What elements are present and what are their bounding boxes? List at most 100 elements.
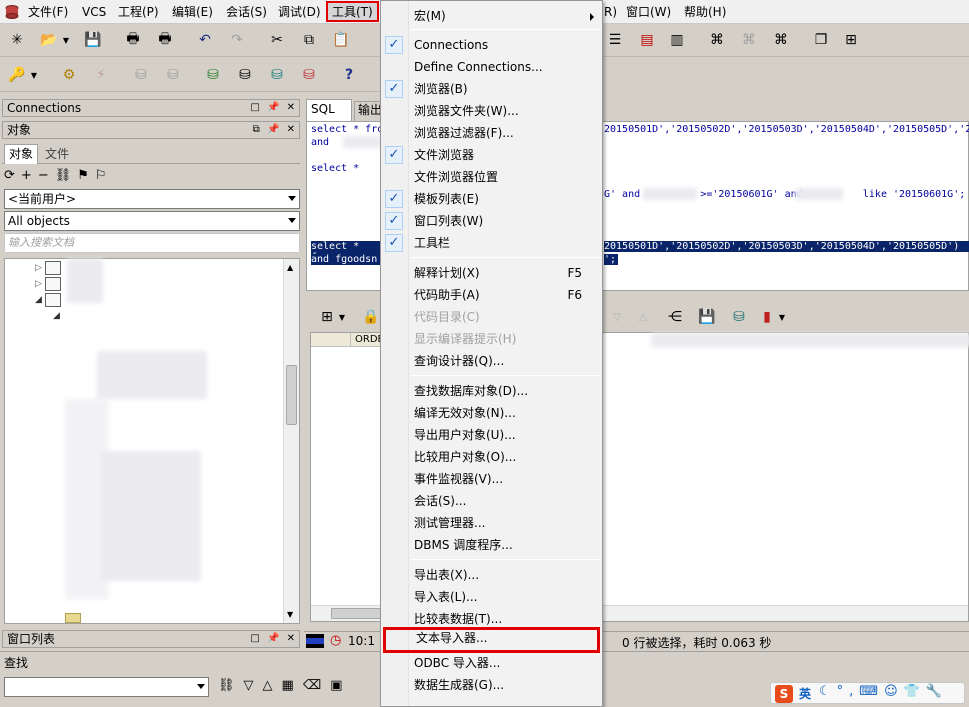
format-icon[interactable]: ☰ [604, 29, 626, 51]
windows-icon[interactable]: ❐ [810, 29, 832, 51]
db-export-icon[interactable]: ⛁ [728, 306, 750, 328]
grid-icon[interactable]: ⊞ [316, 306, 338, 328]
menu-file[interactable]: 文件(F) [28, 4, 68, 20]
shirt-icon[interactable]: 👕 [904, 684, 926, 699]
moon-icon[interactable]: ☾ [819, 684, 837, 699]
tree-expander-icon[interactable]: ▷ [35, 263, 42, 273]
menu-item-1[interactable]: ✓ Connections [381, 34, 602, 56]
chart-icon[interactable]: ▮ [756, 306, 778, 328]
plan3-icon[interactable]: ⌘ [770, 29, 792, 51]
menu-item-25[interactable]: 导入表(L)... [381, 586, 602, 608]
menu-item-11[interactable]: 解释计划(X) F5 [381, 262, 602, 284]
objects-filter-combo[interactable]: All objects [4, 211, 300, 231]
find-input[interactable] [4, 677, 209, 697]
menu-item-15[interactable]: 查询设计器(Q)... [381, 350, 602, 372]
menu-item-28[interactable]: ODBC 导入器... [381, 652, 602, 674]
menu-item-23[interactable]: DBMS 调度程序... [381, 534, 602, 556]
tree-view-icon[interactable]: ⋲ [664, 306, 686, 328]
refresh-icon[interactable]: ⟳ [4, 168, 21, 183]
user-combo[interactable]: <当前用户> [4, 189, 300, 209]
binoculars-icon[interactable]: ⛓ [218, 678, 244, 693]
clear-icon[interactable]: ⌫ [303, 678, 330, 693]
wrench-icon[interactable]: 🔧 [926, 684, 948, 699]
filter2-icon[interactable]: ⚐ [95, 168, 113, 183]
menu-tools[interactable]: 工具(T) [326, 1, 379, 22]
plus-icon[interactable]: + [21, 168, 38, 183]
filter-icon[interactable]: ⚑ [77, 168, 95, 183]
menu-item-4[interactable]: 浏览器文件夹(W)... [381, 100, 602, 122]
plan2-icon[interactable]: ⌘ [738, 29, 760, 51]
tree-expander-icon[interactable]: ◢ [53, 311, 60, 321]
chevron-down-icon[interactable]: ▼ [336, 306, 348, 328]
menu-edit[interactable]: 编辑(E) [172, 4, 213, 20]
minus-icon[interactable]: − [38, 168, 55, 183]
next-record-icon[interactable]: ▽ [606, 306, 628, 328]
break-icon[interactable]: ⚡ [90, 64, 112, 86]
menu-item-29[interactable]: 数据生成器(G)... [381, 674, 602, 696]
new-icon[interactable]: ✳ [6, 29, 28, 51]
keyboard-icon[interactable]: ⌨ [859, 684, 884, 699]
menu-item-13[interactable]: 代码目录(C) [381, 306, 602, 328]
commit-icon[interactable]: ⛁ [130, 64, 152, 86]
menu-item-0[interactable]: 宏(M) [381, 5, 602, 27]
menu-window[interactable]: 窗口(W) [626, 4, 671, 20]
panel-buttons[interactable]: □ 📌 ✕ [250, 100, 297, 116]
undo-icon[interactable]: ↶ [194, 29, 216, 51]
export-icon[interactable]: ▤ [636, 29, 658, 51]
menu-item-19[interactable]: 比较用户对象(O)... [381, 446, 602, 468]
menu-item-27[interactable]: 文本导入器... [383, 627, 600, 653]
object-tree[interactable]: ▷ ▷ ◢ ◢ ▲ ▼ [4, 258, 300, 624]
menu-session[interactable]: 会话(S) [226, 4, 267, 20]
ime-lang[interactable]: 英 [799, 685, 811, 702]
report-icon[interactable]: ⛁ [298, 64, 320, 86]
panel-buttons[interactable]: ⧉ 📌 ✕ [253, 122, 297, 138]
copy-icon[interactable]: ⧉ [298, 29, 320, 51]
menu-item-12[interactable]: 代码助手(A) F6 [381, 284, 602, 306]
import-icon[interactable]: ▥ [666, 29, 688, 51]
tree-expander-icon[interactable]: ◢ [35, 295, 42, 305]
menu-item-7[interactable]: 文件浏览器位置 [381, 166, 602, 188]
user-icon[interactable]: ☺ [884, 684, 904, 699]
menu-debug[interactable]: 调试(D) [278, 4, 321, 20]
tile-icon[interactable]: ⊞ [840, 29, 862, 51]
menu-item-24[interactable]: 导出表(X)... [381, 564, 602, 586]
menu-item-8[interactable]: ✓ 模板列表(E) [381, 188, 602, 210]
lock-icon[interactable]: 🔒 [360, 306, 382, 328]
paste-icon[interactable]: 📋 [330, 29, 352, 51]
menu-item-20[interactable]: 事件监视器(V)... [381, 468, 602, 490]
menu-item-10[interactable]: ✓ 工具栏 [381, 232, 602, 254]
menu-vcs[interactable]: VCS [82, 4, 106, 20]
tab-objects[interactable]: 对象 [4, 144, 38, 164]
chevron-down-icon[interactable]: ▼ [776, 306, 788, 328]
plan-icon[interactable]: ⌘ [706, 29, 728, 51]
sql-icon[interactable]: ⛁ [234, 64, 256, 86]
menu-item-6[interactable]: ✓ 文件浏览器 [381, 144, 602, 166]
scroll-up-icon[interactable]: ▲ [287, 263, 293, 272]
tab-files[interactable]: 文件 [40, 146, 74, 164]
menu-help[interactable]: 帮助(H) [684, 4, 726, 20]
gear-icon[interactable]: ⚙ [58, 64, 80, 86]
tree-scrollbar[interactable]: ▲ ▼ [283, 259, 299, 623]
open-folder-icon[interactable]: 📂 [38, 29, 60, 51]
redo-icon[interactable]: ↷ [226, 29, 248, 51]
menu-item-17[interactable]: 编译无效对象(N)... [381, 402, 602, 424]
search-input[interactable]: 输入搜索文档 [4, 233, 300, 253]
menu-item-16[interactable]: 查找数据库对象(D)... [381, 380, 602, 402]
tab-sql[interactable]: SQL [306, 99, 352, 121]
find-icon[interactable]: ⛓ [55, 168, 78, 183]
menu-item-9[interactable]: ✓ 窗口列表(W) [381, 210, 602, 232]
menu-item-14[interactable]: 显示编译器提示(H) [381, 328, 602, 350]
chevron-down-icon[interactable]: ▼ [60, 29, 72, 51]
print-icon[interactable]: 🖶 [122, 29, 144, 51]
find-prev-icon[interactable]: △ [263, 678, 282, 693]
options-icon[interactable]: ▣ [330, 678, 351, 693]
find-next-icon[interactable]: ▽ [244, 678, 263, 693]
scroll-thumb[interactable] [286, 365, 297, 425]
menu-item-3[interactable]: ✓ 浏览器(B) [381, 78, 602, 100]
sogou-icon[interactable]: S [775, 685, 793, 703]
menu-partial[interactable]: R) [604, 4, 617, 20]
menu-item-22[interactable]: 测试管理器... [381, 512, 602, 534]
menu-item-5[interactable]: 浏览器过滤器(F)... [381, 122, 602, 144]
cmd-icon[interactable]: ⛁ [266, 64, 288, 86]
menu-item-21[interactable]: 会话(S)... [381, 490, 602, 512]
